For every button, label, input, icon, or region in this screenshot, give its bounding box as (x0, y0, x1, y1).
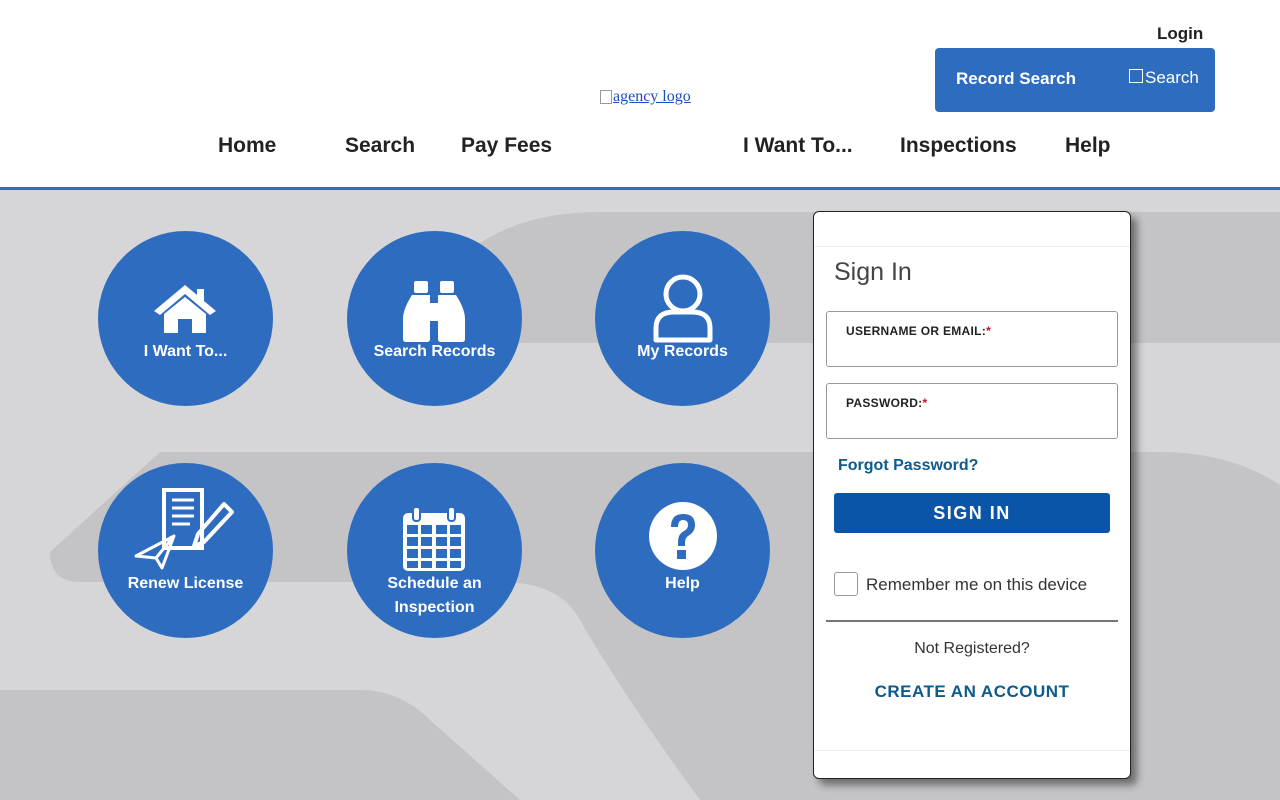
calendar-icon (403, 506, 465, 571)
tile-label: Help (665, 575, 700, 592)
required-marker: * (922, 396, 928, 410)
tile-help[interactable]: Help (595, 463, 770, 638)
password-label: PASSWORD:* (846, 396, 928, 410)
nav-i-want-to[interactable]: I Want To... (743, 134, 853, 158)
password-field[interactable]: PASSWORD:* (826, 383, 1118, 439)
question-icon (649, 502, 717, 570)
broken-image-icon (1129, 69, 1143, 83)
forgot-password-link[interactable]: Forgot Password? (838, 457, 978, 475)
tile-renew-license[interactable]: Renew License (98, 463, 273, 638)
nav-inspections[interactable]: Inspections (900, 134, 1017, 158)
panel-top-divider (814, 246, 1130, 247)
tile-label: Renew License (127, 575, 244, 592)
broken-image-icon (600, 90, 612, 104)
nav-pay-fees[interactable]: Pay Fees (461, 134, 552, 158)
tile-schedule-inspection[interactable]: Schedule an Inspection (347, 463, 522, 638)
password-input[interactable] (845, 414, 1101, 434)
record-search-box: Record Search Search (935, 48, 1215, 112)
remember-me-label[interactable]: Remember me on this device (866, 575, 1087, 595)
tile-label: I Want To... (143, 343, 228, 360)
nav-home[interactable]: Home (218, 134, 276, 158)
agency-logo[interactable]: agency logo (600, 88, 691, 106)
site-header: Login Record Search Search agency logo H… (0, 0, 1280, 190)
tile-label: Search Records (373, 343, 496, 360)
login-link[interactable]: Login (1157, 24, 1203, 44)
search-button[interactable]: Search (1129, 68, 1199, 88)
signin-panel: Sign In USERNAME OR EMAIL:* PASSWORD:* F… (813, 211, 1131, 779)
tile-search-records[interactable]: Search Records (347, 231, 522, 406)
not-registered-text: Not Registered? (914, 640, 1030, 657)
record-search-label: Record Search (956, 69, 1076, 88)
signin-title: Sign In (834, 258, 912, 286)
nav-help[interactable]: Help (1065, 134, 1111, 158)
tile-i-want-to[interactable]: I Want To... (98, 231, 273, 406)
nav-search[interactable]: Search (345, 134, 415, 158)
username-field[interactable]: USERNAME OR EMAIL:* (826, 311, 1118, 367)
required-marker: * (986, 324, 992, 338)
agency-logo-alt: agency logo (613, 88, 691, 105)
document-pen-plane-icon (134, 488, 234, 570)
username-input[interactable] (845, 342, 1101, 362)
binoculars-icon (403, 281, 465, 342)
tile-label: My Records (637, 343, 728, 360)
panel-divider (826, 620, 1118, 622)
panel-bottom-divider (814, 750, 1130, 751)
search-button-label: Search (1145, 68, 1199, 87)
person-icon (653, 274, 713, 343)
house-icon (154, 285, 216, 333)
tile-label-line2: Inspection (394, 599, 475, 616)
username-label: USERNAME OR EMAIL:* (846, 324, 992, 338)
tile-label-line1: Schedule an (387, 575, 482, 592)
tile-my-records[interactable]: My Records (595, 231, 770, 406)
remember-me-checkbox[interactable] (834, 572, 858, 596)
create-account-link[interactable]: CREATE AN ACCOUNT (814, 682, 1130, 702)
signin-button[interactable]: SIGN IN (834, 493, 1110, 533)
